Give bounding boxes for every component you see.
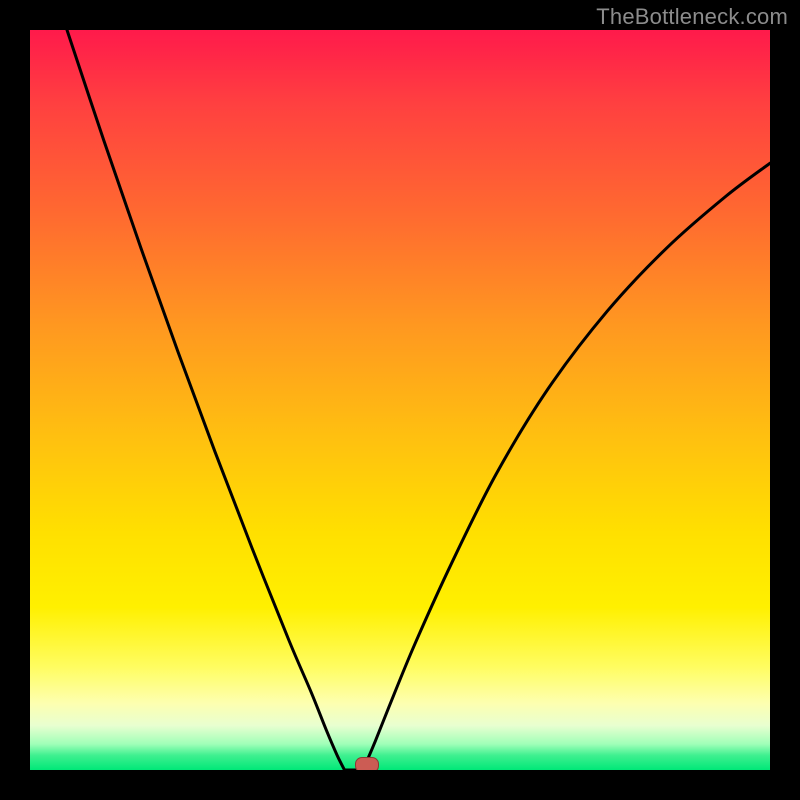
plot-area <box>30 30 770 770</box>
curve-right-branch <box>363 163 770 770</box>
valley-marker <box>355 757 379 770</box>
curve-left-branch <box>67 30 345 770</box>
chart-frame: TheBottleneck.com <box>0 0 800 800</box>
curve-svg <box>30 30 770 770</box>
watermark-text: TheBottleneck.com <box>596 4 788 30</box>
